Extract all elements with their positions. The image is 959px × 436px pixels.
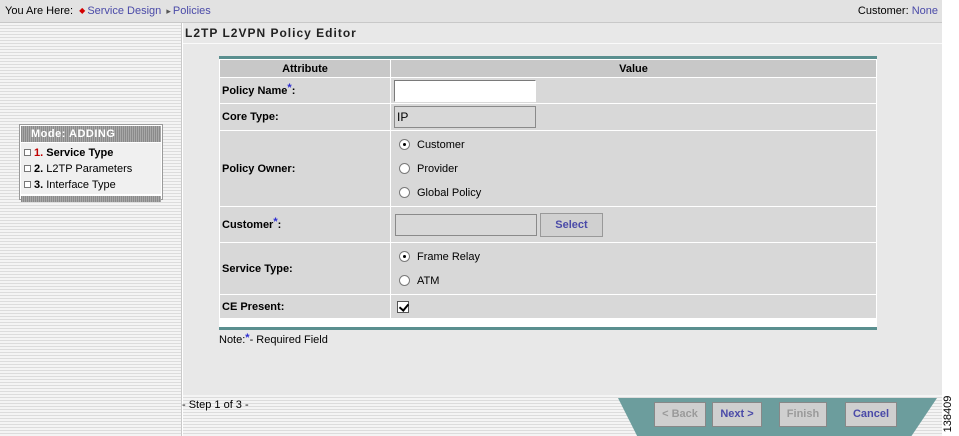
radio-button-icon[interactable]	[399, 138, 410, 150]
core-type-field: IP	[394, 106, 536, 128]
table-row-policy-owner: Policy Owner: Customer Provider Global P…	[219, 130, 877, 207]
left-panel	[0, 23, 182, 436]
breadcrumb-prefix: You Are Here:	[5, 5, 74, 17]
diamond-icon: ◆	[79, 6, 86, 15]
step-label: L2TP Parameters	[46, 163, 133, 175]
radio-button-icon[interactable]	[399, 274, 410, 286]
page-title: L2TP L2VPN Policy Editor	[185, 26, 357, 40]
radio-option-global-policy[interactable]: Global Policy	[391, 181, 876, 205]
step-bullet-icon	[24, 165, 31, 172]
radio-option-atm[interactable]: ATM	[391, 269, 876, 293]
required-field-note: Note:*- Required Field	[219, 332, 328, 346]
step-bullet-icon	[24, 149, 31, 156]
policy-name-label: Policy Name*:	[219, 77, 391, 104]
step-label: Service Type	[46, 147, 114, 159]
policy-owner-label: Policy Owner:	[219, 130, 391, 207]
table-row-core-type: Core Type: IP	[219, 103, 877, 131]
step-item-interface-type: 3. Interface Type	[21, 177, 161, 193]
mode-panel-footer	[21, 196, 161, 202]
customer-label: Customer:	[857, 5, 909, 17]
table-row-customer: Customer*: Select	[219, 206, 877, 243]
customer-value[interactable]: None	[912, 5, 938, 17]
ce-present-checkbox[interactable]	[397, 300, 409, 313]
step-item-l2tp-parameters: 2. L2TP Parameters	[21, 161, 161, 177]
required-marker: *	[287, 81, 292, 94]
title-divider	[183, 43, 942, 44]
ce-present-label: CE Present:	[219, 294, 391, 319]
back-button[interactable]: < Back	[654, 402, 706, 427]
step-label: Interface Type	[46, 179, 116, 191]
breadcrumb-item-policies[interactable]: Policies	[173, 5, 211, 17]
radio-button-icon[interactable]	[399, 162, 410, 174]
required-marker: *	[245, 332, 250, 344]
step-indicator: - Step 1 of 3 -	[182, 399, 249, 411]
policy-name-input[interactable]	[394, 79, 536, 102]
core-type-label: Core Type:	[219, 103, 391, 131]
radio-option-customer[interactable]: Customer	[391, 133, 876, 157]
next-button[interactable]: Next >	[712, 402, 762, 427]
column-header-attribute: Attribute	[219, 59, 391, 78]
mode-panel: Mode: ADDING 1. Service Type 2. L2TP Par…	[19, 124, 163, 202]
mode-title: Mode: ADDING	[21, 126, 161, 142]
finish-button[interactable]: Finish	[779, 402, 827, 427]
table-row-ce-present: CE Present:	[219, 294, 877, 319]
required-marker: *	[273, 215, 278, 228]
customer-indicator: Customer: None	[858, 0, 938, 23]
cancel-button[interactable]: Cancel	[845, 402, 897, 427]
table-row-policy-name: Policy Name*:	[219, 77, 877, 104]
customer-field-label: Customer*:	[219, 206, 391, 243]
breadcrumb-item-service-design[interactable]: Service Design	[87, 5, 161, 17]
step-list: 1. Service Type 2. L2TP Parameters 3. In…	[21, 143, 161, 194]
step-bullet-icon	[24, 181, 31, 188]
radio-button-icon[interactable]	[399, 186, 410, 198]
arrow-right-icon: ▸	[166, 6, 171, 16]
select-customer-button[interactable]: Select	[540, 212, 603, 237]
column-header-value: Value	[390, 59, 877, 78]
service-type-label: Service Type:	[219, 242, 391, 295]
radio-option-provider[interactable]: Provider	[391, 157, 876, 181]
customer-input	[395, 213, 537, 236]
radio-button-icon[interactable]	[399, 250, 410, 262]
table-row-service-type: Service Type: Frame Relay ATM	[219, 242, 877, 295]
top-bar: You Are Here: ◆ Service Design ▸ Policies …	[0, 0, 942, 23]
breadcrumb: You Are Here: ◆ Service Design ▸ Policies	[5, 0, 211, 23]
policy-attribute-table: Attribute Value Policy Name*: Core Type:…	[219, 56, 877, 330]
radio-option-frame-relay[interactable]: Frame Relay	[391, 245, 876, 269]
step-item-service-type: 1. Service Type	[21, 145, 161, 161]
image-id: 138409	[942, 395, 954, 433]
